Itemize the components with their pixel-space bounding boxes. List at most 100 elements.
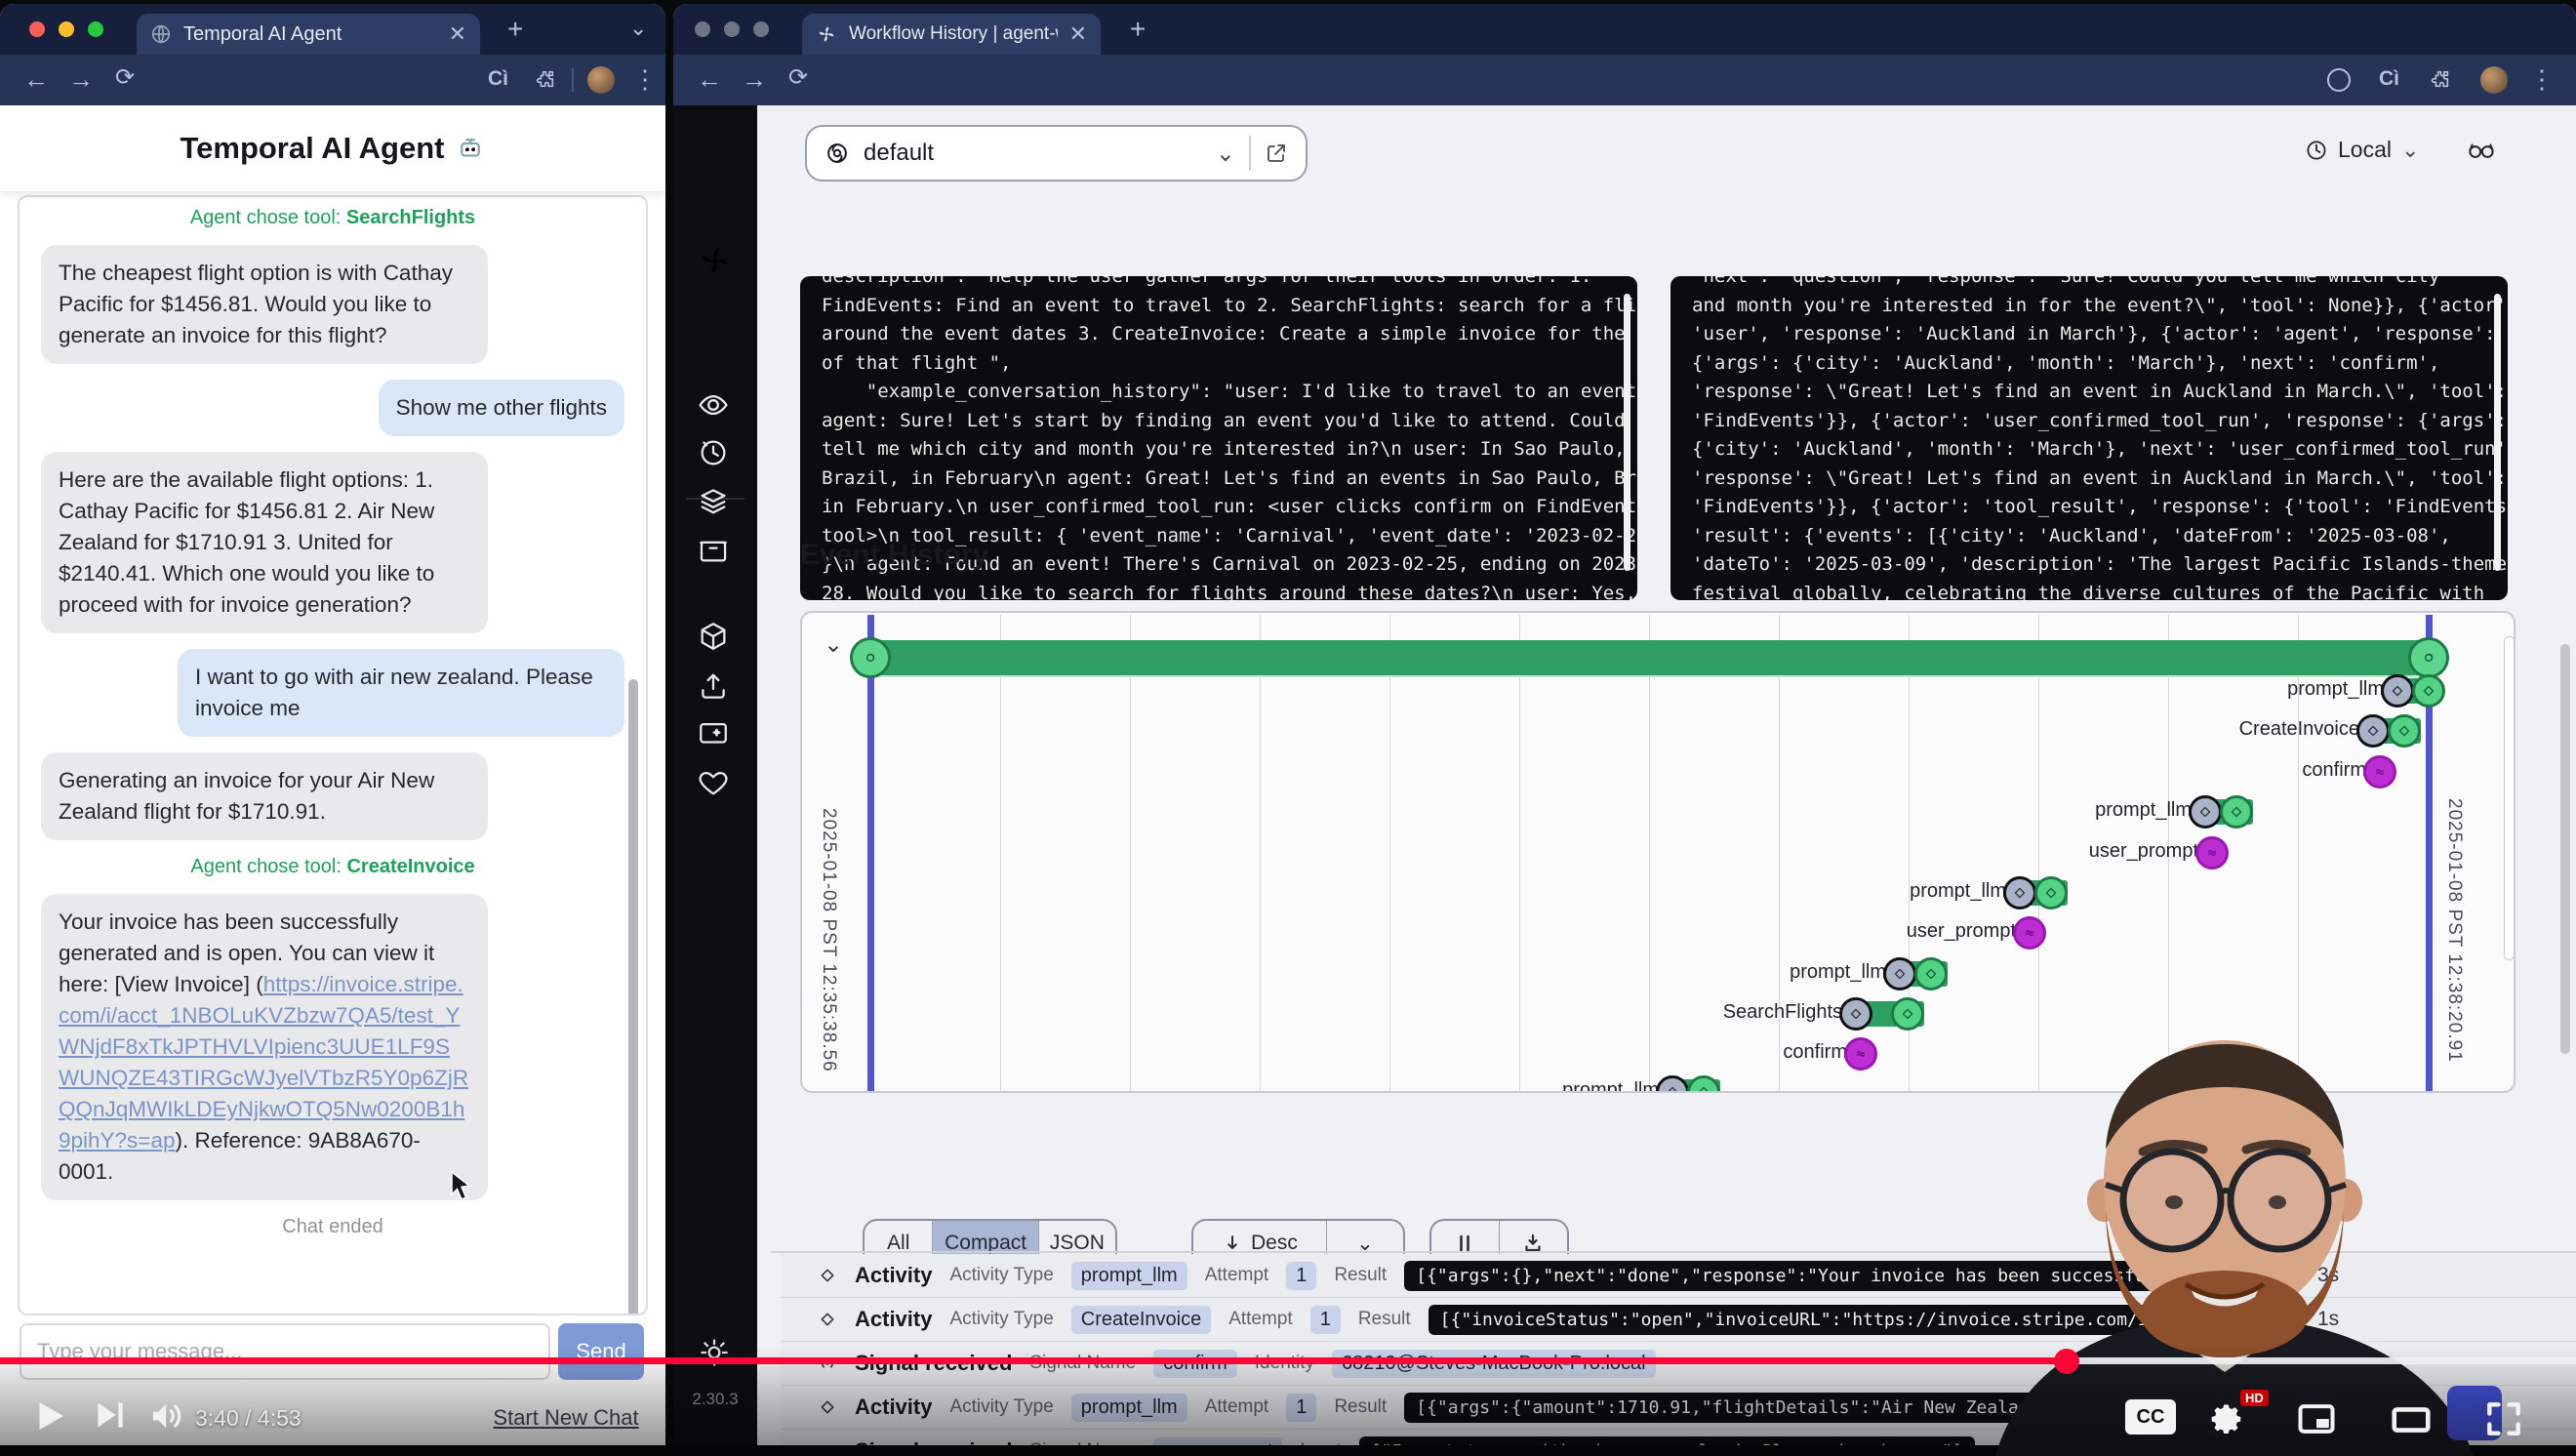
invoice-link[interactable]: https://invoice.stripe.com/i/acct_1NBOLu…: [59, 972, 468, 1153]
theater-mode-button[interactable]: [2389, 1397, 2434, 1442]
volume-icon[interactable]: [146, 1395, 187, 1436]
reload-button[interactable]: ⟳: [788, 66, 808, 90]
event-node-green[interactable]: [2034, 876, 2068, 910]
event-node-gray[interactable]: [1883, 957, 1916, 991]
feedback-heart-icon[interactable]: [697, 766, 730, 799]
extension-c-icon[interactable]: Cì: [488, 68, 508, 89]
event-node-magenta[interactable]: [2195, 836, 2229, 870]
event-label: SearchFlights: [1723, 1001, 1842, 1024]
task-queues-layers-icon[interactable]: [697, 484, 730, 517]
event-node-green[interactable]: [1891, 997, 1924, 1031]
zoom-window-button[interactable]: [88, 21, 103, 37]
panel-scrollbar[interactable]: [1624, 294, 1630, 571]
agent-message: Your invoice has been successfully gener…: [41, 894, 488, 1200]
chevron-down-icon: ⌄: [2401, 138, 2419, 163]
labs-glasses-icon[interactable]: [2467, 135, 2496, 164]
namespace-select[interactable]: default ⌄: [805, 125, 1308, 182]
user-message: I want to go with air new zealand. Pleas…: [178, 649, 624, 737]
event-node-green[interactable]: [2388, 714, 2421, 748]
timezone-select[interactable]: Local ⌄: [2305, 137, 2419, 163]
event-label: CreateInvoice: [2239, 718, 2359, 741]
profile-avatar[interactable]: [587, 66, 615, 94]
field-chip: CreateInvoice: [1071, 1306, 1211, 1334]
page-scrollbar[interactable]: [2560, 644, 2570, 1054]
user-message: Show me other flights: [379, 380, 624, 436]
timeline-panel[interactable]: ⌄ 2025-01-08 PST 12:35:38.56 2025-01-08 …: [800, 611, 2516, 1093]
event-node-magenta[interactable]: [2013, 916, 2046, 950]
event-node-green[interactable]: [2220, 795, 2253, 829]
miniplayer-button[interactable]: [2295, 1397, 2338, 1440]
event-node-gray[interactable]: [2189, 795, 2222, 829]
progress-bar-played[interactable]: [0, 1357, 2067, 1364]
workflow-endpoint-node[interactable]: [2408, 637, 2449, 678]
play-button[interactable]: [29, 1395, 70, 1436]
close-tab-icon[interactable]: ✕: [449, 23, 466, 45]
event-node-green[interactable]: [2412, 674, 2445, 708]
event-node-gray[interactable]: [2003, 876, 2036, 910]
close-window-button[interactable]: [29, 21, 45, 37]
browser-menu-icon[interactable]: ⋮: [2529, 66, 2555, 92]
collapse-chevron-icon[interactable]: ⌄: [824, 630, 843, 659]
event-node-gray[interactable]: [1839, 997, 1872, 1031]
minimize-window-button[interactable]: [59, 21, 74, 37]
event-node-gray[interactable]: [1656, 1075, 1689, 1093]
right-tabstrip: Workflow History | agent-wor ✕ +: [673, 4, 2576, 55]
event-label: prompt_llm: [2095, 799, 2192, 822]
event-node-green[interactable]: [1914, 957, 1948, 991]
back-button[interactable]: ←: [23, 66, 49, 92]
profile-avatar[interactable]: [2480, 66, 2508, 94]
event-node-gray[interactable]: [2356, 714, 2390, 748]
timeline-scrollbar[interactable]: [2504, 636, 2515, 960]
tool-notice: Agent chose tool: SearchFlights: [41, 207, 624, 229]
result-json-panel[interactable]: 'next': 'question', 'response': "Sure! C…: [1670, 276, 2508, 600]
labs-screen-icon[interactable]: [697, 717, 730, 750]
extension-c-icon[interactable]: Cì: [2379, 68, 2399, 89]
open-external-icon[interactable]: [1265, 142, 1288, 165]
event-label: prompt_llm: [1562, 1079, 1659, 1093]
chat-panel: Agent chose tool: SearchFlightsThe cheap…: [18, 195, 648, 1315]
event-node-gray[interactable]: [2381, 674, 2414, 708]
new-tab-button[interactable]: +: [1130, 16, 1146, 43]
import-upload-icon[interactable]: [697, 669, 730, 703]
tab-search-chevron-icon[interactable]: ⌄: [629, 18, 647, 39]
forward-button[interactable]: →: [742, 66, 767, 92]
panel-scrollbar[interactable]: [2494, 294, 2501, 571]
browser-menu-icon[interactable]: ⋮: [632, 66, 658, 92]
workflow-endpoint-node[interactable]: [850, 637, 891, 678]
zoom-window-button[interactable]: [753, 21, 769, 37]
reload-button[interactable]: ⟳: [115, 66, 135, 90]
close-window-button[interactable]: [695, 21, 710, 37]
next-button[interactable]: [90, 1395, 129, 1435]
browser-tab[interactable]: Workflow History | agent-wor ✕: [802, 14, 1101, 55]
robot-icon: [456, 134, 485, 163]
progress-bar-remaining[interactable]: [2067, 1357, 2576, 1364]
tab-title: Workflow History | agent-wor: [849, 23, 1058, 45]
event-node-green[interactable]: [1687, 1075, 1720, 1093]
new-tab-button[interactable]: +: [507, 16, 523, 43]
forward-button[interactable]: →: [68, 66, 94, 92]
fullscreen-button[interactable]: [2482, 1397, 2525, 1440]
progress-scrubber[interactable]: [2054, 1349, 2079, 1374]
extensions-puzzle-icon[interactable]: [535, 68, 556, 90]
chat-scrollbar[interactable]: [628, 679, 638, 1315]
temporal-logo-icon: [816, 23, 837, 45]
extension-circle-icon[interactable]: [2327, 68, 2351, 92]
back-button[interactable]: ←: [697, 66, 722, 92]
field-label: Activity Type: [949, 1309, 1053, 1330]
timeline-start-timestamp: 2025-01-08 PST 12:35:38.56: [818, 808, 839, 1072]
event-node-magenta[interactable]: [1844, 1037, 1877, 1071]
codec-cube-icon[interactable]: [697, 620, 730, 653]
schedules-clock-icon[interactable]: [697, 436, 730, 469]
event-node-magenta[interactable]: [2363, 755, 2396, 789]
close-tab-icon[interactable]: ✕: [1069, 23, 1087, 45]
nav-sidebar: 2.30.3: [673, 105, 757, 1445]
workflows-eye-icon[interactable]: [697, 388, 730, 422]
field-label: Result: [1358, 1309, 1411, 1330]
chat-app: Temporal AI Agent Agent chose tool: Sear…: [0, 105, 665, 1445]
captions-button[interactable]: CC: [2125, 1399, 2176, 1435]
archive-box-icon[interactable]: [697, 533, 730, 566]
minimize-window-button[interactable]: [724, 21, 740, 37]
extensions-puzzle-icon[interactable]: [2430, 68, 2451, 90]
workflow-execution-bar[interactable]: [870, 640, 2429, 675]
browser-tab[interactable]: Temporal AI Agent ✕: [137, 14, 480, 55]
